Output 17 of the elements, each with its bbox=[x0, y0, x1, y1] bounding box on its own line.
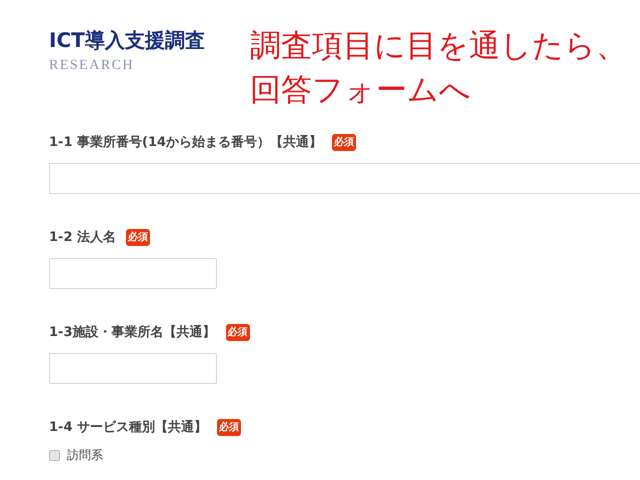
required-badge: 必須 bbox=[126, 228, 150, 246]
option-label: 訪問系 bbox=[67, 446, 103, 464]
question-label: 1-3施設・事業所名【共通】 bbox=[49, 324, 216, 341]
checkbox[interactable] bbox=[49, 450, 60, 460]
site-title: ICT導入支援調査 bbox=[49, 27, 205, 54]
input-field[interactable] bbox=[49, 258, 217, 289]
required-badge: 必須 bbox=[332, 134, 356, 150]
annotation-text: 回答フォームへ bbox=[250, 71, 471, 110]
input-field[interactable] bbox=[49, 353, 217, 384]
input-field[interactable] bbox=[49, 163, 640, 194]
question-label: 1-4 サービス種別【共通】 bbox=[49, 419, 208, 436]
annotation-text: 調査項目に目を通したら、 bbox=[250, 27, 627, 66]
site-subtitle: RESEARCH bbox=[49, 58, 134, 74]
required-badge: 必須 bbox=[217, 418, 242, 436]
question-label: 1-1 事業所番号(14から始まる番号）【共通】 bbox=[49, 134, 322, 151]
required-badge: 必須 bbox=[226, 324, 250, 340]
question-label: 1-2 法人名 bbox=[49, 229, 116, 246]
